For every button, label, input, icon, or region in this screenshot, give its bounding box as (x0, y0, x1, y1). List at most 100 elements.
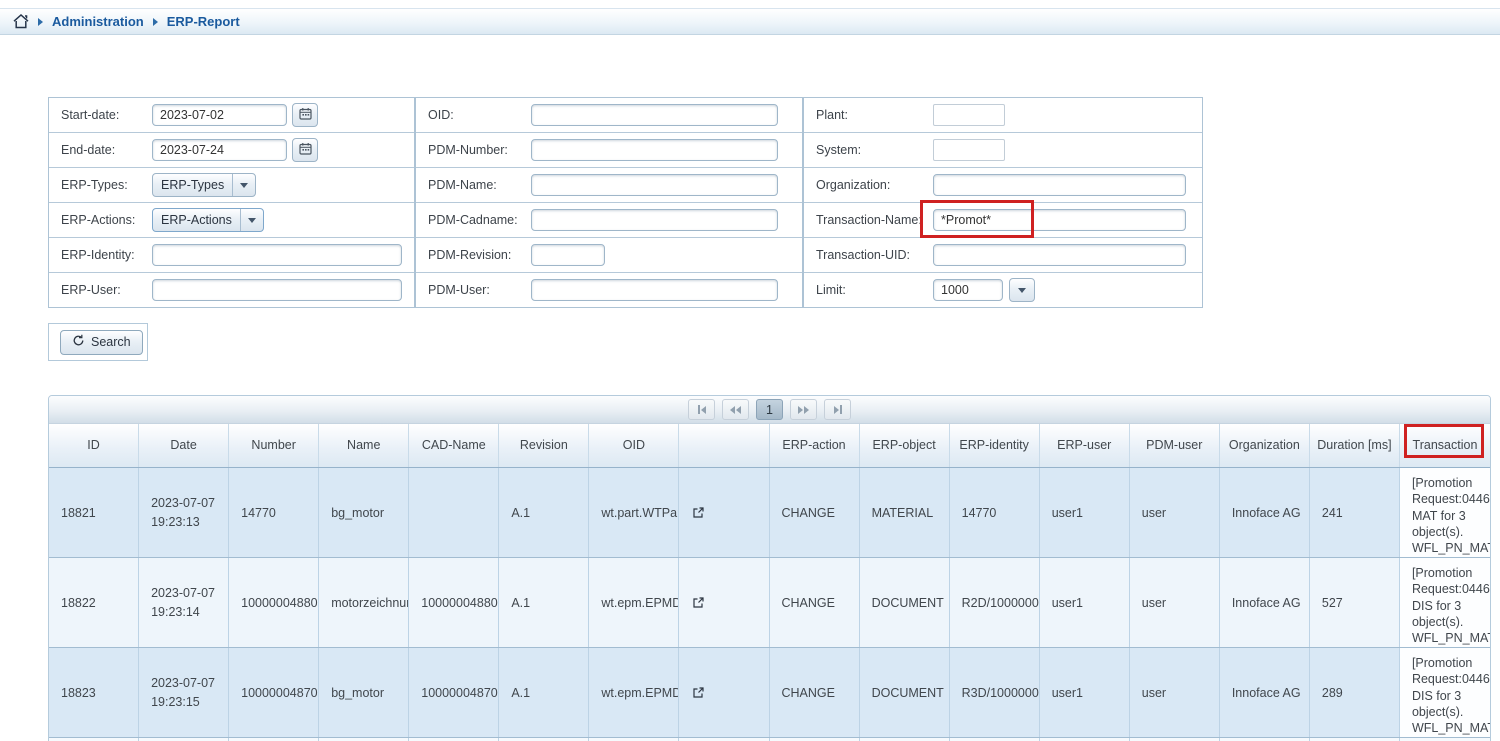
cell-number: 10000004870 (229, 648, 319, 737)
cell-id: 18821 (49, 468, 139, 557)
cell-organization: Innoface AG (1220, 558, 1310, 647)
table-row[interactable]: 18822 2023-07-07 19:23:14 10000004880 mo… (49, 558, 1490, 648)
transaction-name-input[interactable] (933, 209, 1186, 231)
erp-types-dropdown[interactable]: ERP-Types (152, 173, 256, 197)
start-date-calendar-button[interactable] (292, 103, 318, 127)
cell-erp-action: CHANGE (770, 648, 860, 737)
cell-duration: 527 (1310, 558, 1400, 647)
plant-input[interactable] (933, 104, 1005, 126)
refresh-icon (72, 334, 85, 350)
first-page-icon (701, 406, 706, 414)
pdm-cadname-input[interactable] (531, 209, 778, 231)
cell-erp-user: user1 (1040, 558, 1130, 647)
cell-erp-action: CHANGE (770, 468, 860, 557)
cell-organization: Innoface AG (1220, 648, 1310, 737)
last-page-icon (840, 405, 842, 414)
erp-types-label: ERP-Types: (49, 178, 152, 192)
column-header-erp-action[interactable]: ERP-action (770, 424, 860, 467)
cell-number: 14770 (229, 468, 319, 557)
paginator-last-button[interactable] (824, 399, 851, 420)
cell-pdm-user: user (1130, 558, 1220, 647)
form-row-pdm-name: PDM-Name: (416, 168, 802, 203)
cell-duration: 241 (1310, 468, 1400, 557)
home-icon[interactable] (13, 14, 29, 29)
transaction-uid-input[interactable] (933, 244, 1186, 266)
paginator-next-button[interactable] (790, 399, 817, 420)
limit-dropdown-button[interactable] (1009, 278, 1035, 302)
erp-user-input[interactable] (152, 279, 402, 301)
chevron-down-icon (1018, 288, 1026, 293)
pdm-name-input[interactable] (531, 174, 778, 196)
erp-actions-label: ERP-Actions: (49, 213, 152, 227)
paginator: 1 (49, 396, 1490, 424)
external-link-icon[interactable] (693, 507, 704, 518)
calendar-icon (299, 107, 312, 123)
erp-actions-dropdown[interactable]: ERP-Actions (152, 208, 264, 232)
column-header-id[interactable]: ID (49, 424, 139, 467)
cell-erp-object: MATERIAL (860, 468, 950, 557)
end-date-input[interactable] (152, 139, 287, 161)
column-header-organization[interactable]: Organization (1220, 424, 1310, 467)
cell-erp-identity: R2D/10000004880 (950, 558, 1040, 647)
breadcrumb-item-erp-report[interactable]: ERP-Report (167, 14, 240, 29)
external-link-icon[interactable] (693, 597, 704, 608)
form-row-erp-identity: ERP-Identity: (49, 238, 414, 273)
column-header-revision[interactable]: Revision (499, 424, 589, 467)
cell-cad-name: 10000004870.asm (409, 648, 499, 737)
paginator-prev-button[interactable] (722, 399, 749, 420)
table-row[interactable]: 18823 2023-07-07 19:23:15 10000004870 bg… (49, 648, 1490, 738)
column-header-erp-identity[interactable]: ERP-identity (950, 424, 1040, 467)
column-header-name[interactable]: Name (319, 424, 409, 467)
column-header-pdm-user[interactable]: PDM-user (1130, 424, 1220, 467)
form-row-limit: Limit: (804, 273, 1202, 307)
cell-number: 10000004880 (229, 558, 319, 647)
start-date-input[interactable] (152, 104, 287, 126)
end-date-calendar-button[interactable] (292, 138, 318, 162)
oid-input[interactable] (531, 104, 778, 126)
search-button[interactable]: Search (60, 330, 143, 355)
breadcrumb-item-administration[interactable]: Administration (52, 14, 144, 29)
end-date-label: End-date: (49, 143, 152, 157)
cell-erp-identity: 14770 (950, 468, 1040, 557)
paginator-first-button[interactable] (688, 399, 715, 420)
pdm-number-input[interactable] (531, 139, 778, 161)
chevron-right-icon (38, 18, 43, 26)
column-header-date[interactable]: Date (139, 424, 229, 467)
system-label: System: (804, 143, 933, 157)
next-page-icon (804, 406, 809, 414)
erp-identity-input[interactable] (152, 244, 402, 266)
paginator-page-1-button[interactable]: 1 (756, 399, 783, 420)
cell-erp-object: DOCUMENT (860, 648, 950, 737)
form-row-organization: Organization: (804, 168, 1202, 203)
column-header-number[interactable]: Number (229, 424, 319, 467)
pdm-name-label: PDM-Name: (416, 178, 531, 192)
limit-label: Limit: (804, 283, 933, 297)
cell-transaction: [Promotion Request:04461]: DIS for 3 obj… (1400, 648, 1490, 737)
form-row-transaction-name: Transaction-Name: (804, 203, 1202, 238)
pdm-revision-input[interactable] (531, 244, 605, 266)
cell-cad-name: 10000004880.drw (409, 558, 499, 647)
limit-input[interactable] (933, 279, 1003, 301)
column-header-transaction[interactable]: Transaction (1400, 424, 1490, 467)
cell-link (679, 468, 769, 557)
table-row[interactable]: 18821 2023-07-07 19:23:13 14770 bg_motor… (49, 468, 1490, 558)
system-input[interactable] (933, 139, 1005, 161)
column-header-erp-user[interactable]: ERP-user (1040, 424, 1130, 467)
column-header-duration[interactable]: Duration [ms] (1310, 424, 1400, 467)
cell-oid: wt.part.WTPart: (589, 468, 679, 557)
organization-input[interactable] (933, 174, 1186, 196)
external-link-icon[interactable] (693, 687, 704, 698)
table-header-row: ID Date Number Name CAD-Name Revision OI… (49, 424, 1490, 468)
cell-id: 18822 (49, 558, 139, 647)
last-page-icon (834, 406, 839, 414)
cell-erp-user: user1 (1040, 468, 1130, 557)
column-header-cad-name[interactable]: CAD-Name (409, 424, 499, 467)
organization-label: Organization: (804, 178, 933, 192)
column-header-erp-object[interactable]: ERP-object (860, 424, 950, 467)
breadcrumb: Administration ERP-Report (0, 8, 1500, 35)
cell-revision: A.1 (499, 558, 589, 647)
cell-cad-name (409, 468, 499, 557)
pdm-user-input[interactable] (531, 279, 778, 301)
form-row-erp-actions: ERP-Actions: ERP-Actions (49, 203, 414, 238)
column-header-oid[interactable]: OID (589, 424, 679, 467)
